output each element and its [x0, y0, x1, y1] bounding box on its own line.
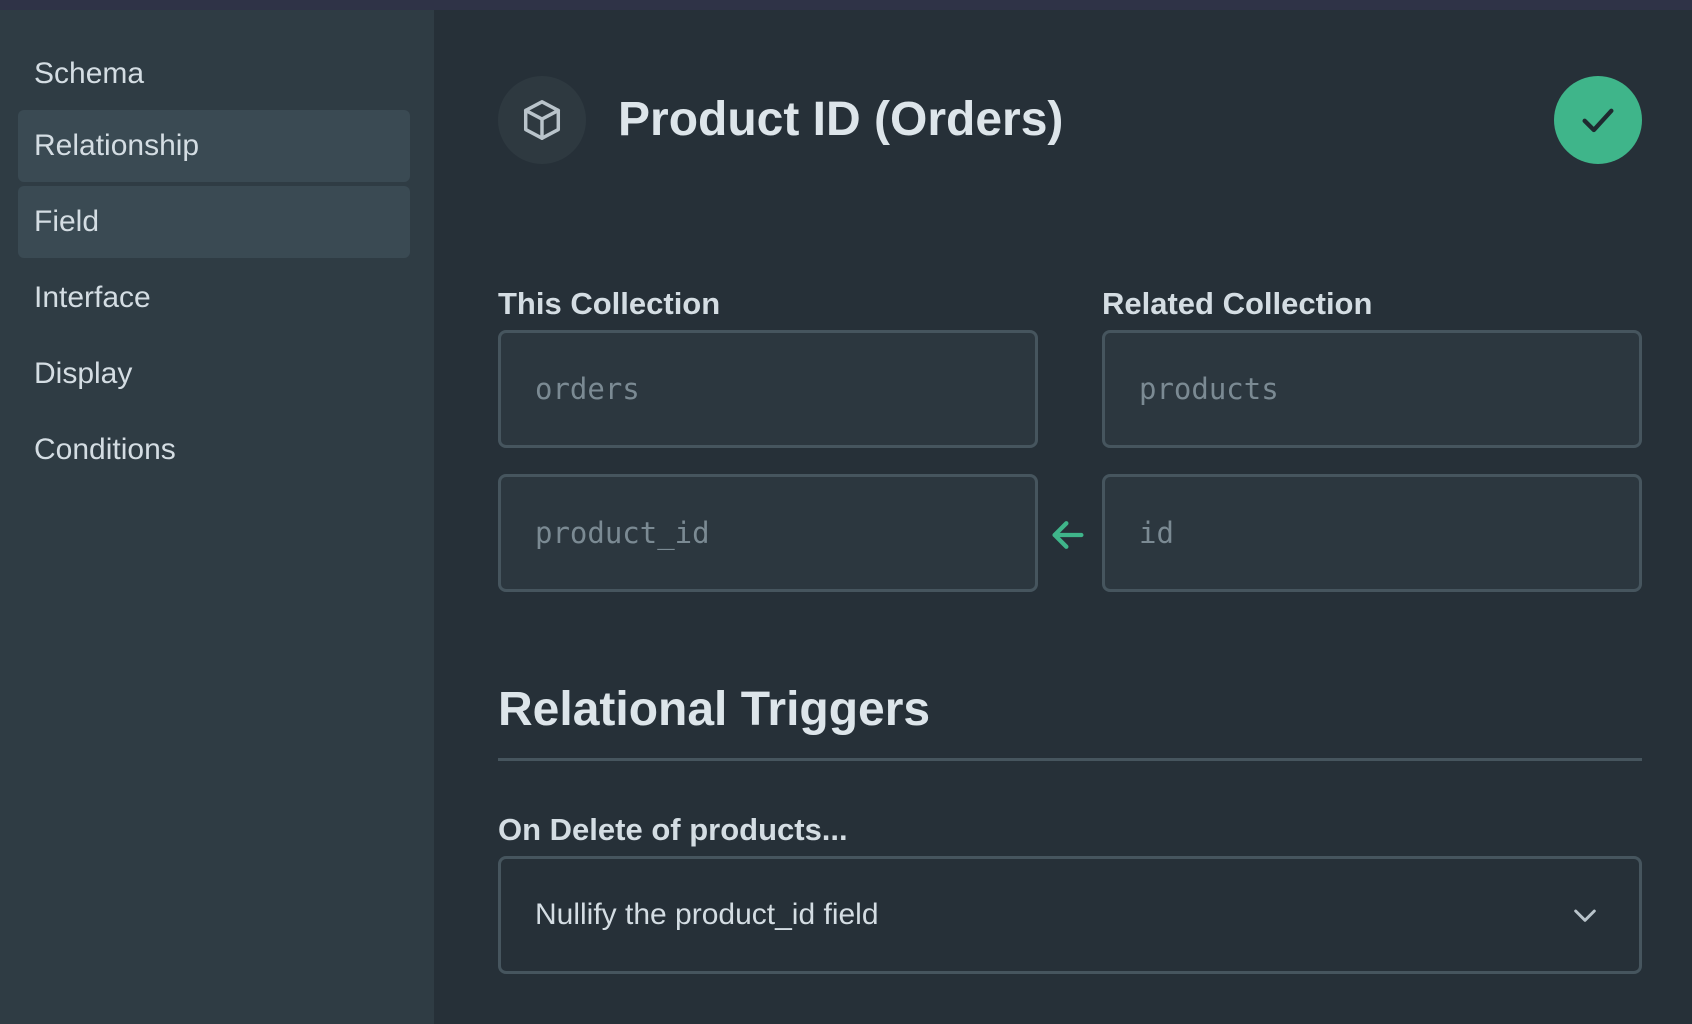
on-delete-select[interactable]: Nullify the product_id field	[498, 856, 1642, 974]
top-bar	[0, 0, 1692, 10]
sidebar: Schema Relationship Field Interface Disp…	[0, 10, 434, 1024]
sidebar-item-relationship[interactable]: Relationship	[18, 110, 410, 182]
sidebar-item-label: Interface	[34, 281, 151, 314]
main-panel: Product ID (Orders) This Collection Rela…	[434, 10, 1692, 1024]
related-collection-value: products	[1139, 372, 1279, 406]
sidebar-item-label: Relationship	[34, 129, 200, 162]
page-title: Product ID (Orders)	[618, 93, 1064, 146]
section-divider	[498, 758, 1642, 761]
sidebar-item-conditions[interactable]: Conditions	[18, 414, 410, 486]
on-delete-value: Nullify the product_id field	[535, 898, 879, 931]
this-collection-label: This Collection	[498, 286, 721, 321]
this-collection-value: orders	[535, 372, 640, 406]
sidebar-item-interface[interactable]: Interface	[18, 262, 410, 334]
this-field-value: product_id	[535, 516, 710, 550]
sidebar-item-field[interactable]: Field	[18, 186, 410, 258]
related-field-input: id	[1102, 474, 1642, 592]
section-title: Relational Triggers	[498, 683, 931, 736]
sidebar-item-label: Schema	[34, 57, 145, 90]
this-field-input[interactable]: product_id	[498, 474, 1038, 592]
related-field-value: id	[1139, 516, 1174, 550]
chevron-down-icon	[1574, 909, 1596, 922]
sidebar-item-label: Field	[34, 205, 100, 238]
save-button[interactable]	[1554, 76, 1642, 164]
cube-icon	[498, 76, 586, 164]
sidebar-item-schema[interactable]: Schema	[18, 38, 410, 110]
sidebar-item-label: Conditions	[34, 433, 176, 466]
related-collection-field: products	[1102, 330, 1642, 448]
on-delete-label: On Delete of products...	[498, 812, 848, 847]
this-collection-field: orders	[498, 330, 1038, 448]
check-icon	[1582, 108, 1614, 133]
sidebar-item-display[interactable]: Display	[18, 338, 410, 410]
sidebar-item-label: Display	[34, 357, 133, 390]
arrow-left-icon	[1052, 521, 1084, 549]
related-collection-label: Related Collection	[1102, 286, 1373, 321]
